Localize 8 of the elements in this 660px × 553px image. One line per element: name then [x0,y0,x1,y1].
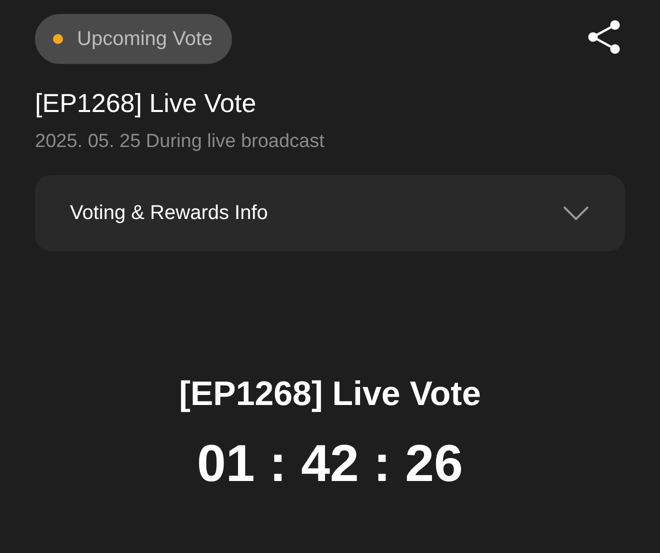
chevron-icon [563,206,589,220]
info-accordion[interactable]: Voting & Rewards Info [35,175,625,251]
status-label: Upcoming Vote [77,28,213,50]
vote-date: 2025. 05. 25 During live broadcast [35,131,326,153]
countdown-title: [EP1268] Live Vote [178,375,482,414]
countdown-timer: 01 : 42 : 26 [196,434,464,494]
share-icon[interactable] [587,20,621,54]
vote-title: [EP1268] Live Vote [35,88,258,119]
